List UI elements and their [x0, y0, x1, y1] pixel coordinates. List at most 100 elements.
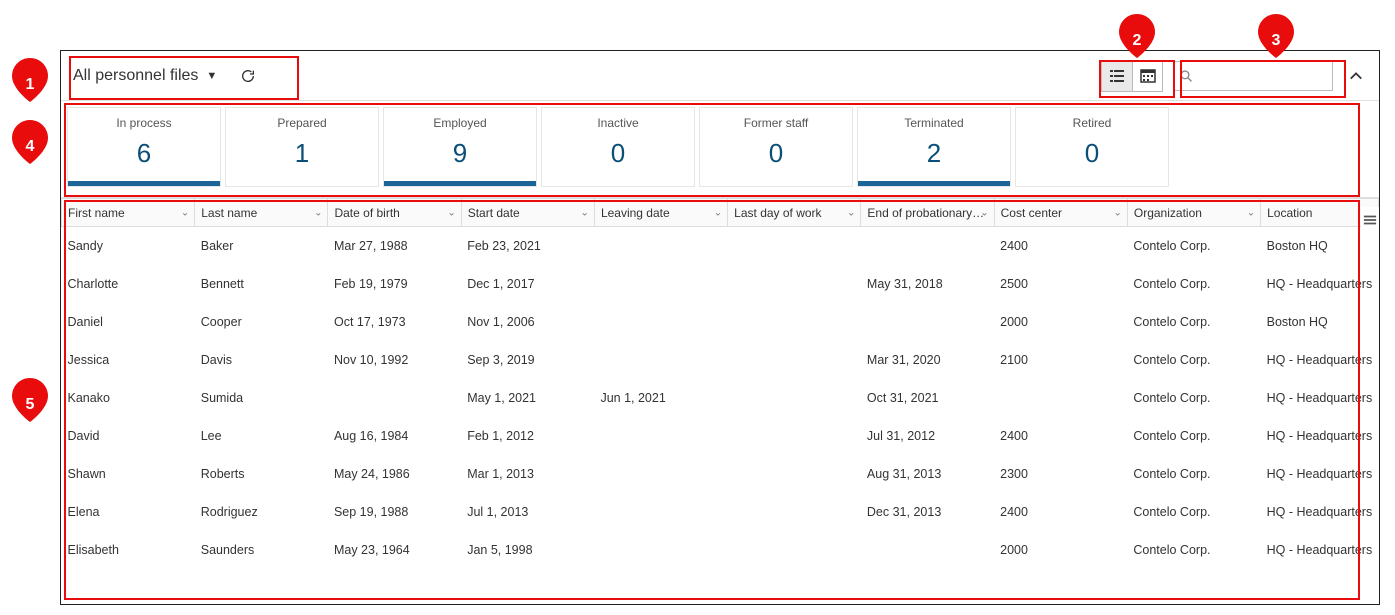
status-card[interactable]: Prepared1 [225, 107, 379, 187]
sort-icon: ⌄ [447, 207, 455, 218]
table-options-button[interactable] [1361, 207, 1379, 233]
table-row[interactable]: DanielCooperOct 17, 1973Nov 1, 20062000C… [62, 303, 1379, 341]
cell-first: Kanako [62, 379, 195, 417]
status-count: 0 [1016, 138, 1168, 169]
cell-leave [594, 303, 727, 341]
table-row[interactable]: CharlotteBennettFeb 19, 1979Dec 1, 2017M… [62, 265, 1379, 303]
status-count: 0 [542, 138, 694, 169]
col-label: Cost center [1001, 206, 1062, 220]
col-label: Leaving date [601, 206, 670, 220]
status-underline [384, 181, 536, 186]
status-underline [542, 181, 694, 186]
main-panel: All personnel files ▼ [60, 50, 1380, 605]
filter-dropdown-label: All personnel files [73, 67, 198, 85]
status-label: Prepared [226, 116, 378, 130]
collapse-button[interactable] [1343, 63, 1369, 89]
cell-start: Feb 23, 2021 [461, 227, 594, 266]
cell-org: Contelo Corp. [1127, 531, 1260, 569]
status-card[interactable]: Retired0 [1015, 107, 1169, 187]
status-label: Employed [384, 116, 536, 130]
table-row[interactable]: SandyBakerMar 27, 1988Feb 23, 20212400Co… [62, 227, 1379, 266]
status-row: In process6Prepared1Employed9Inactive0Fo… [61, 101, 1379, 197]
sort-icon: ⌄ [181, 207, 189, 218]
list-view-button[interactable] [1102, 61, 1132, 91]
cell-prob: Mar 31, 2020 [861, 341, 994, 379]
cell-last: Davis [195, 341, 328, 379]
status-card[interactable]: Inactive0 [541, 107, 695, 187]
calendar-view-button[interactable] [1132, 61, 1162, 91]
cell-first: Elena [62, 493, 195, 531]
table-row[interactable]: ElenaRodriguezSep 19, 1988Jul 1, 2013Dec… [62, 493, 1379, 531]
cell-leave [594, 455, 727, 493]
status-card[interactable]: Employed9 [383, 107, 537, 187]
cell-cost: 2500 [994, 265, 1127, 303]
table-row[interactable]: JessicaDavisNov 10, 1992Sep 3, 2019Mar 3… [62, 341, 1379, 379]
col-last-name[interactable]: Last name⌄ [195, 199, 328, 227]
cell-org: Contelo Corp. [1127, 417, 1260, 455]
col-label: Start date [468, 206, 520, 220]
search-box[interactable] [1173, 61, 1333, 91]
col-label: Last name [201, 206, 257, 220]
col-dob[interactable]: Date of birth⌄ [328, 199, 461, 227]
cell-dob: Nov 10, 1992 [328, 341, 461, 379]
cell-cost: 2000 [994, 531, 1127, 569]
cell-lastday [728, 493, 861, 531]
cell-start: Jul 1, 2013 [461, 493, 594, 531]
cell-loc: HQ - Headquarters [1261, 341, 1379, 379]
col-start[interactable]: Start date⌄ [461, 199, 594, 227]
status-label: In process [68, 116, 220, 130]
cell-leave: Jun 1, 2021 [594, 379, 727, 417]
cell-loc: Boston HQ [1261, 303, 1379, 341]
cell-dob: May 24, 1986 [328, 455, 461, 493]
col-leave[interactable]: Leaving date⌄ [594, 199, 727, 227]
callout-pin-2: 2 [1119, 14, 1155, 58]
cell-prob: May 31, 2018 [861, 265, 994, 303]
cell-leave [594, 341, 727, 379]
status-underline [700, 181, 852, 186]
col-label: End of probationary… [867, 206, 984, 220]
refresh-icon [240, 68, 256, 84]
list-icon [1109, 68, 1125, 84]
cell-org: Contelo Corp. [1127, 379, 1260, 417]
col-label: First name [68, 206, 125, 220]
table-row[interactable]: KanakoSumidaMay 1, 2021Jun 1, 2021Oct 31… [62, 379, 1379, 417]
cell-lastday [728, 417, 861, 455]
callout-label: 2 [1133, 32, 1142, 50]
toolbar: All personnel files ▼ [61, 51, 1379, 101]
filter-dropdown[interactable]: All personnel files ▼ [71, 63, 219, 89]
status-card[interactable]: In process6 [67, 107, 221, 187]
status-label: Former staff [700, 116, 852, 130]
col-label: Organization [1134, 206, 1202, 220]
table-row[interactable]: ShawnRobertsMay 24, 1986Mar 1, 2013Aug 3… [62, 455, 1379, 493]
col-org[interactable]: Organization⌄ [1127, 199, 1260, 227]
cell-loc: HQ - Headquarters [1261, 531, 1379, 569]
cell-dob: Oct 17, 1973 [328, 303, 461, 341]
col-first-name[interactable]: First name ⌄ [62, 199, 195, 227]
refresh-button[interactable] [237, 65, 259, 87]
cell-lastday [728, 227, 861, 266]
cell-cost [994, 379, 1127, 417]
status-card[interactable]: Terminated2 [857, 107, 1011, 187]
cell-start: Dec 1, 2017 [461, 265, 594, 303]
col-prob[interactable]: End of probationary…⌄ [861, 199, 994, 227]
cell-prob [861, 303, 994, 341]
cell-org: Contelo Corp. [1127, 493, 1260, 531]
cell-prob: Aug 31, 2013 [861, 455, 994, 493]
col-label: Last day of work [734, 206, 821, 220]
cell-start: Feb 1, 2012 [461, 417, 594, 455]
cell-lastday [728, 531, 861, 569]
table-row[interactable]: ElisabethSaundersMay 23, 1964Jan 5, 1998… [62, 531, 1379, 569]
status-card[interactable]: Former staff0 [699, 107, 853, 187]
cell-loc: HQ - Headquarters [1261, 265, 1379, 303]
hamburger-icon [1363, 213, 1377, 227]
cell-loc: HQ - Headquarters [1261, 379, 1379, 417]
status-label: Terminated [858, 116, 1010, 130]
col-cost[interactable]: Cost center⌄ [994, 199, 1127, 227]
cell-lastday [728, 303, 861, 341]
table-row[interactable]: DavidLeeAug 16, 1984Feb 1, 2012Jul 31, 2… [62, 417, 1379, 455]
search-input[interactable] [1198, 68, 1326, 83]
col-lastday[interactable]: Last day of work⌄ [728, 199, 861, 227]
cell-first: Elisabeth [62, 531, 195, 569]
cell-org: Contelo Corp. [1127, 265, 1260, 303]
cell-first: Shawn [62, 455, 195, 493]
